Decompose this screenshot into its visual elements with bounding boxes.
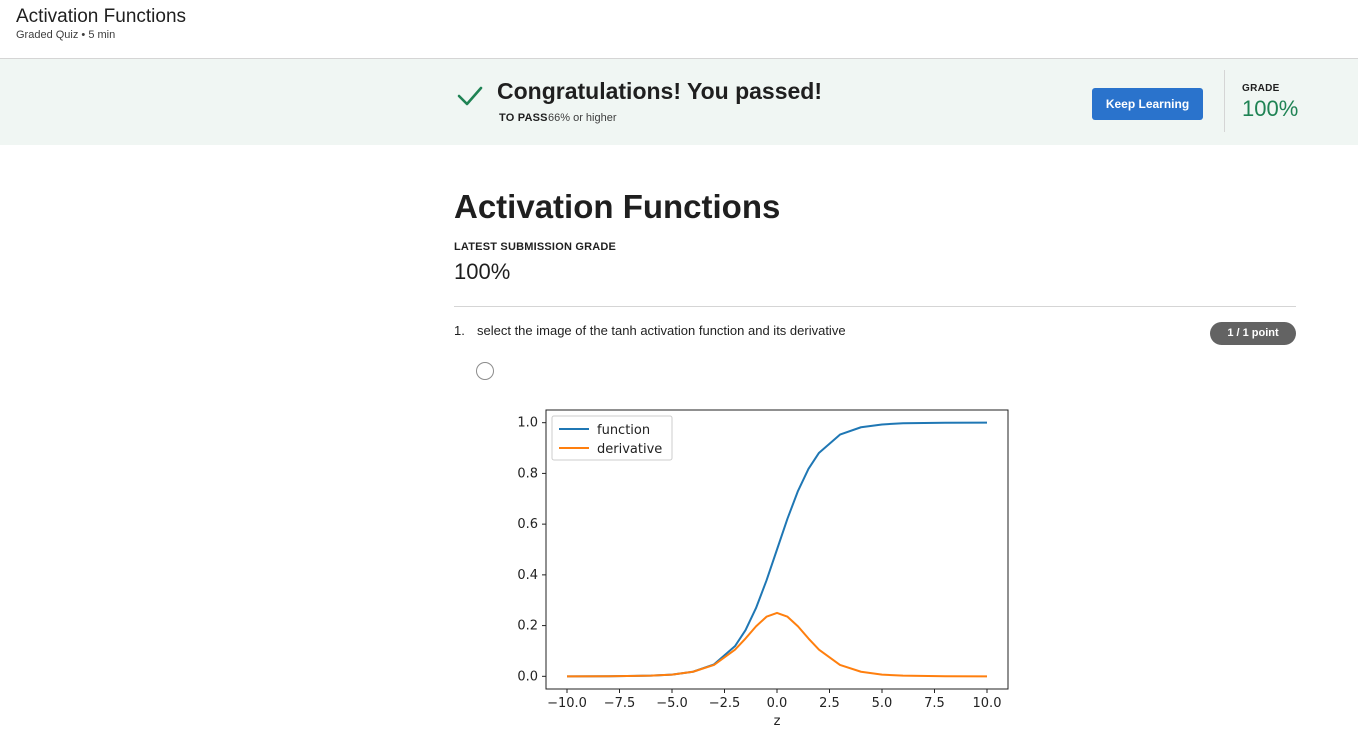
answer-option-radio[interactable] <box>476 362 494 380</box>
section-divider <box>454 306 1296 307</box>
banner-divider <box>1224 70 1225 132</box>
y-tick-label: 0.2 <box>517 619 538 634</box>
pass-banner: Congratulations! You passed! TO PASS 66%… <box>0 59 1358 145</box>
page-header-subtitle: Graded Quiz • 5 min <box>16 29 116 41</box>
y-tick-label: 0.0 <box>517 669 538 684</box>
legend-label-derivative: derivative <box>597 442 662 457</box>
to-pass-value: 66% or higher <box>548 112 617 124</box>
x-tick-label: −10.0 <box>547 696 587 711</box>
x-tick-label: 2.5 <box>819 696 840 711</box>
latest-grade-value: 100% <box>454 259 511 284</box>
tanh-chart: −10.0 −7.5 −5.0 −2.5 0.0 2.5 5.0 7.5 10.0 0.0 0.2 0… <box>517 409 1009 729</box>
y-tick-label: 0.8 <box>517 466 538 481</box>
page-header-title: Activation Functions <box>16 6 187 27</box>
x-tick-label: 7.5 <box>924 696 945 711</box>
x-axis-label: z <box>774 714 781 729</box>
pass-message: Congratulations! You passed! <box>497 78 823 104</box>
x-tick-label: −5.0 <box>656 696 688 711</box>
x-tick-label: −2.5 <box>709 696 741 711</box>
check-icon <box>457 86 483 106</box>
points-badge: 1 / 1 point <box>1210 322 1296 345</box>
page-title: Activation Functions <box>454 188 781 225</box>
grade-value: 100% <box>1242 96 1299 121</box>
question-text: select the image of the tanh activation … <box>477 323 846 338</box>
x-tick-label: −7.5 <box>604 696 636 711</box>
x-tick-label: 5.0 <box>872 696 893 711</box>
question-number: 1. <box>454 323 465 338</box>
y-tick-label: 1.0 <box>517 416 538 431</box>
x-tick-label: 0.0 <box>767 696 788 711</box>
legend-label-function: function <box>597 423 650 438</box>
x-tick-label: 10.0 <box>973 696 1002 711</box>
y-tick-label: 0.6 <box>517 517 538 532</box>
grade-label: GRADE <box>1242 83 1280 94</box>
keep-learning-button[interactable]: Keep Learning <box>1092 88 1203 120</box>
top-bar: Activation Functions Graded Quiz • 5 min <box>0 0 1358 59</box>
latest-grade-label: LATEST SUBMISSION GRADE <box>454 241 617 253</box>
y-tick-label: 0.4 <box>517 568 538 583</box>
to-pass-label: TO PASS <box>499 112 548 124</box>
